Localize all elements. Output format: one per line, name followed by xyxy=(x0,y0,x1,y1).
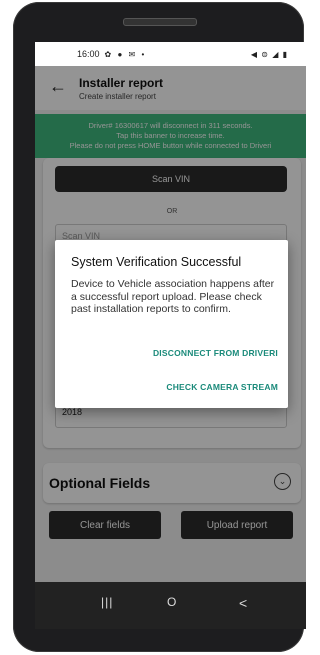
dialog-title: System Verification Successful xyxy=(71,255,242,269)
notification-icons: ✿ ● ✉ • xyxy=(104,49,147,59)
verification-dialog: System Verification Successful Device to… xyxy=(55,240,288,408)
phone-frame: 16:00 ✿ ● ✉ • ◀ ⊜ ◢ ▮ ← Installer report… xyxy=(13,2,306,652)
nav-back-icon[interactable]: < xyxy=(239,595,247,611)
status-bar: 16:00 ✿ ● ✉ • ◀ ⊜ ◢ ▮ xyxy=(35,42,306,66)
recents-icon[interactable]: ||| xyxy=(101,595,113,609)
phone-speaker xyxy=(123,18,197,26)
disconnect-button[interactable]: DISCONNECT FROM DRIVERI xyxy=(153,348,278,358)
check-camera-stream-button[interactable]: CHECK CAMERA STREAM xyxy=(166,382,278,392)
home-icon[interactable]: O xyxy=(167,595,176,609)
screen: 16:00 ✿ ● ✉ • ◀ ⊜ ◢ ▮ ← Installer report… xyxy=(35,42,306,629)
status-time: 16:00 xyxy=(77,49,100,59)
system-nav-bar: ||| O < xyxy=(35,582,306,629)
dialog-message: Device to Vehicle association happens af… xyxy=(71,278,275,315)
signal-battery-icons: ◀ ⊜ ◢ ▮ xyxy=(250,49,288,59)
